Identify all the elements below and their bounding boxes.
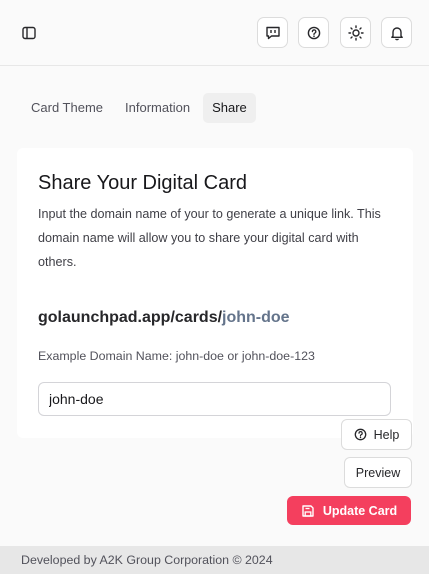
- sun-icon: [347, 24, 364, 41]
- notifications-button[interactable]: [381, 17, 412, 48]
- help-float-button[interactable]: Help: [341, 419, 412, 450]
- share-card: Share Your Digital Card Input the domain…: [17, 148, 413, 438]
- top-bar: [0, 0, 429, 66]
- card-url: golaunchpad.app/cards/john-doe: [38, 309, 290, 327]
- sidebar-toggle-icon[interactable]: [18, 22, 40, 44]
- tab-card-theme[interactable]: Card Theme: [22, 93, 112, 123]
- tab-share[interactable]: Share: [203, 93, 256, 123]
- theme-toggle-button[interactable]: [340, 17, 371, 48]
- share-title: Share Your Digital Card: [38, 172, 248, 194]
- feedback-button[interactable]: [257, 17, 288, 48]
- preview-button[interactable]: Preview: [344, 457, 412, 488]
- footer: Developed by A2K Group Corporation © 202…: [0, 546, 429, 574]
- bell-icon: [389, 25, 405, 41]
- help-circle-icon: [307, 26, 321, 40]
- share-description: Input the domain name of your to generat…: [38, 207, 381, 269]
- help-label: Help: [373, 427, 400, 442]
- save-icon: [301, 504, 315, 518]
- help-circle-icon: [354, 428, 367, 441]
- update-card-label: Update Card: [322, 503, 398, 518]
- card-tabs: Card Theme Information Share: [22, 93, 256, 123]
- help-button[interactable]: [298, 17, 329, 48]
- tab-information[interactable]: Information: [116, 93, 199, 123]
- preview-label: Preview: [355, 465, 401, 480]
- example-domain-hint: Example Domain Name: john-doe or john-do…: [38, 349, 315, 363]
- card-url-prefix: golaunchpad.app/cards/: [38, 309, 223, 326]
- update-card-button[interactable]: Update Card: [287, 496, 411, 525]
- footer-text: Developed by A2K Group Corporation © 202…: [21, 553, 273, 567]
- domain-name-input[interactable]: [38, 382, 391, 416]
- card-url-slug: john-doe: [222, 309, 290, 326]
- message-alert-icon: [265, 25, 281, 41]
